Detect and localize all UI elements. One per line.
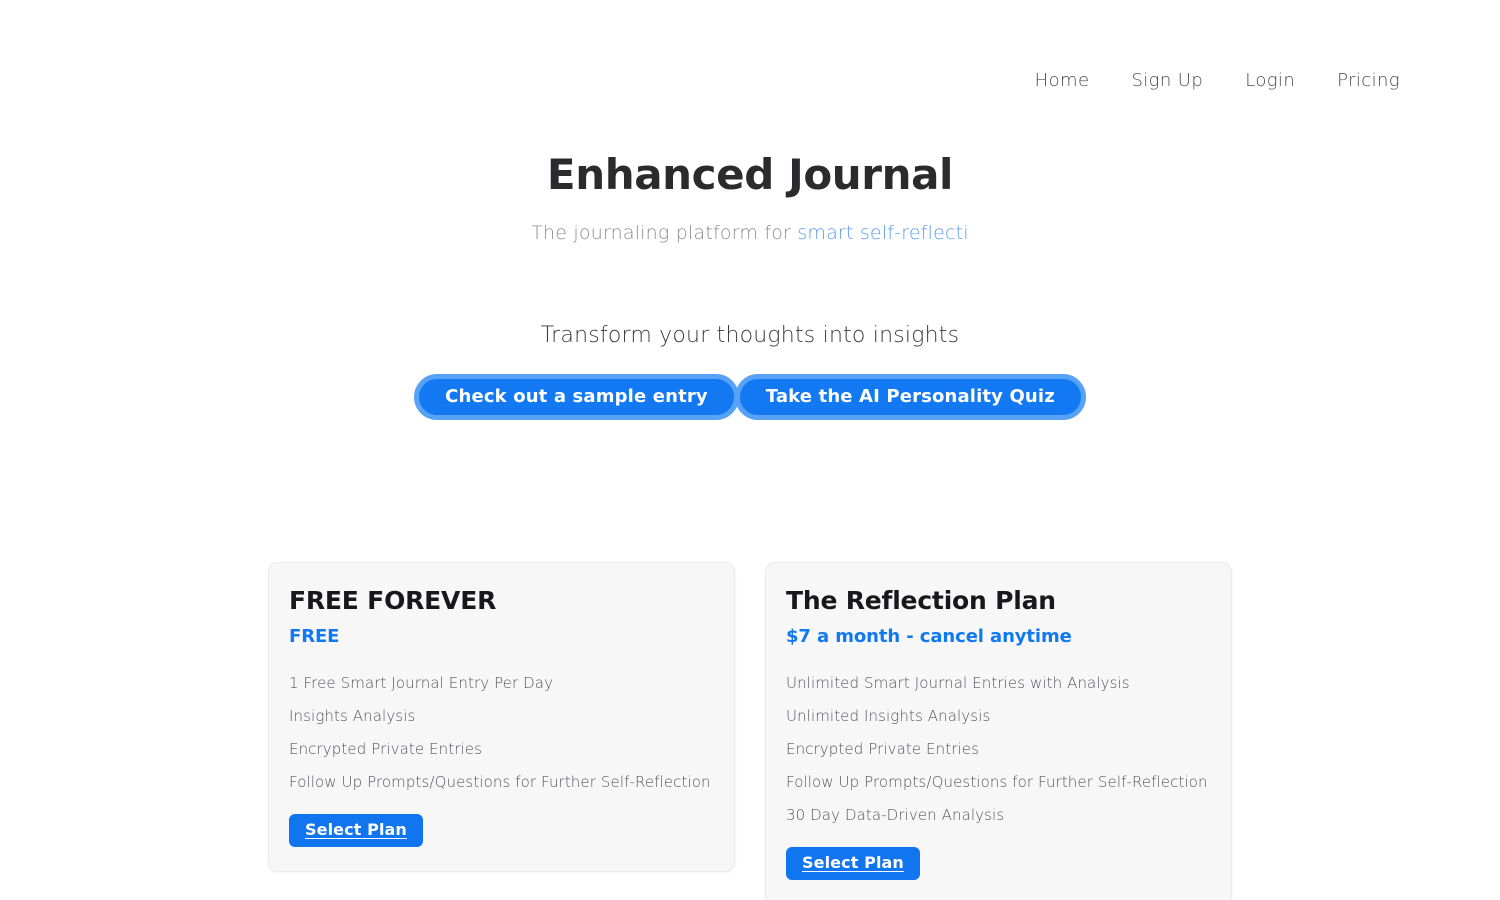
hero-subtitle-static: The journaling platform for xyxy=(531,221,798,244)
hero-subtitle-typewriter: smart self-reflecti xyxy=(797,221,969,244)
nav-link-sign-up[interactable]: Sign Up xyxy=(1131,70,1203,91)
list-item: 1 Free Smart Journal Entry Per Day xyxy=(289,673,554,692)
plan-title: FREE FOREVER xyxy=(289,586,497,615)
list-item: Encrypted Private Entries xyxy=(289,739,483,758)
list-item: Follow Up Prompts/Questions for Further … xyxy=(289,772,711,791)
plan-price: $7 a month - cancel anytime xyxy=(786,626,1072,648)
plan-price: FREE xyxy=(289,626,340,648)
sample-entry-button[interactable]: Check out a sample entry xyxy=(414,373,739,420)
pricing-section: FREE FOREVER FREE 1 Free Smart Journal E… xyxy=(0,562,1500,900)
list-item: Follow Up Prompts/Questions for Further … xyxy=(786,772,1208,791)
ai-personality-quiz-button[interactable]: Take the AI Personality Quiz xyxy=(734,373,1086,420)
plan-card-free: FREE FOREVER FREE 1 Free Smart Journal E… xyxy=(268,562,735,872)
page-title: Enhanced Journal xyxy=(546,150,954,199)
hero-section: Enhanced Journal The journaling platform… xyxy=(0,150,1500,246)
nav-item-sign-up[interactable]: Sign Up xyxy=(1131,72,1203,91)
nav-item-login[interactable]: Login xyxy=(1245,72,1295,91)
plan-feature-list: 1 Free Smart Journal Entry Per Day Insig… xyxy=(289,673,714,808)
select-plan-button-free[interactable]: Select Plan xyxy=(289,813,423,847)
list-item: Encrypted Private Entries xyxy=(786,739,980,758)
nav-item-pricing[interactable]: Pricing xyxy=(1337,72,1400,91)
nav-link-login[interactable]: Login xyxy=(1245,70,1295,91)
nav-link-pricing[interactable]: Pricing xyxy=(1337,70,1400,91)
plan-title: The Reflection Plan xyxy=(786,586,1056,615)
nav-list: Home Sign Up Login Pricing xyxy=(1035,72,1400,91)
cta-button-row: Check out a sample entry Take the AI Per… xyxy=(0,373,1500,420)
nav-item-home[interactable]: Home xyxy=(1035,72,1090,91)
list-item: Insights Analysis xyxy=(289,706,416,725)
list-item: Unlimited Smart Journal Entries with Ana… xyxy=(786,673,1130,692)
nav-link-home[interactable]: Home xyxy=(1035,70,1090,91)
top-navigation: Home Sign Up Login Pricing xyxy=(0,0,1500,140)
plan-feature-list: Unlimited Smart Journal Entries with Ana… xyxy=(786,673,1211,841)
cta-tagline: Transform your thoughts into insights xyxy=(540,323,960,348)
landing-page: Home Sign Up Login Pricing Enhanced Jour… xyxy=(0,0,1500,900)
select-plan-button-reflection[interactable]: Select Plan xyxy=(786,846,920,880)
plan-card-reflection: The Reflection Plan $7 a month - cancel … xyxy=(765,562,1232,900)
list-item: Unlimited Insights Analysis xyxy=(786,706,991,725)
list-item: 30 Day Data-Driven Analysis xyxy=(786,805,1005,824)
hero-subtitle: The journaling platform for smart self-r… xyxy=(0,220,1500,247)
cta-section: Transform your thoughts into insights Ch… xyxy=(0,322,1500,420)
